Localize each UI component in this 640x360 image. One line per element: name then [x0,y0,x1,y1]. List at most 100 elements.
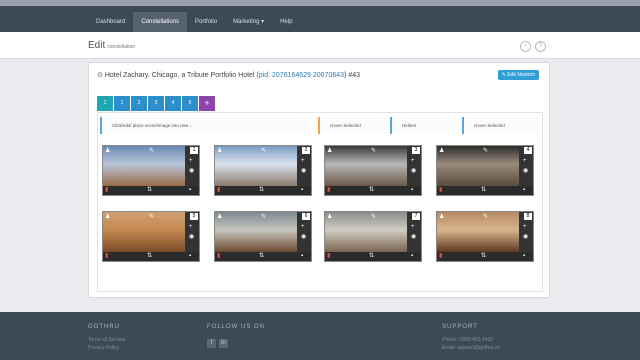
eye-icon[interactable]: ◉ [301,234,306,240]
scene-tile[interactable]: 2 ♟ ✎ + ◉ ▮ ⇅ ▪ [214,145,312,196]
nav-portfolio[interactable]: Portfolio [187,12,225,32]
trash-icon[interactable]: ▪ [523,253,525,259]
tab-1b[interactable]: 1 [114,96,131,111]
transfer-icon[interactable]: ⇅ [481,187,486,193]
panorama-thumbnail[interactable] [437,146,519,186]
trash-icon[interactable]: ▪ [189,187,191,193]
flag-icon[interactable]: ▮ [217,253,220,259]
plus-icon[interactable]: + [523,224,527,230]
eye-icon[interactable]: ◉ [411,168,416,174]
eye-icon[interactable]: ◉ [189,168,194,174]
flag-icon[interactable]: ▮ [105,187,108,193]
scene-tile[interactable]: 4 ♟ ✎ + ◉ ▮ ⇅ ▪ [436,145,534,196]
nav-constellations[interactable]: Constellations [133,12,188,32]
user-icon[interactable]: ♟ [439,214,444,220]
user-icon[interactable]: ♟ [217,214,222,220]
flag-icon[interactable]: ▮ [327,253,330,259]
transfer-icon[interactable]: ⇅ [259,253,264,259]
nav-marketing[interactable]: Marketing ▾ [225,12,272,32]
arrow-left-icon[interactable]: ‹ [520,41,531,52]
footer-email[interactable]: Email: support@gothru.co [442,345,500,351]
transfer-icon[interactable]: ⇅ [147,187,152,193]
trash-icon[interactable]: ▪ [301,187,303,193]
trash-icon[interactable]: ▪ [411,187,413,193]
edit-icon[interactable]: ✎ [149,148,154,154]
trash-icon[interactable]: ▪ [189,253,191,259]
panorama-thumbnail[interactable] [437,212,519,252]
scene-tile[interactable]: 6 ♟ ✎ + ◉ ▮ ⇅ ▪ [214,211,312,262]
user-icon[interactable]: ♟ [439,148,444,154]
eye-icon[interactable]: ◉ [301,168,306,174]
lane-hidden[interactable]: Hidden [390,117,456,134]
footer-support-title: SUPPORT [442,324,478,330]
footer-privacy-link[interactable]: Privacy Policy [88,345,119,351]
user-icon[interactable]: ♟ [327,214,332,220]
edit-icon[interactable]: ✎ [371,214,376,220]
plus-icon[interactable]: + [411,158,415,164]
transfer-icon[interactable]: ⇅ [481,253,486,259]
edit-icon[interactable]: ✎ [261,214,266,220]
transfer-icon[interactable]: ⇅ [369,187,374,193]
hotel-pid[interactable]: pid: 2076164629 20070643 [259,72,344,79]
user-icon[interactable]: ♟ [105,214,110,220]
lane-hover-selected[interactable]: Hover Selected [318,117,386,134]
eye-icon[interactable]: ◉ [189,234,194,240]
panorama-thumbnail[interactable] [103,146,185,186]
edit-icon[interactable]: ✎ [261,148,266,154]
panorama-thumbnail[interactable] [215,146,297,186]
scene-tile[interactable]: 8 ♟ ✎ + ◉ ▮ ⇅ ▪ [436,211,534,262]
trash-icon[interactable]: ▪ [411,253,413,259]
tab-4[interactable]: 4 [165,96,182,111]
trash-icon[interactable]: ▪ [301,253,303,259]
scene-tile[interactable]: 3 ♟ ✎ + ◉ ▮ ⇅ ▪ [324,145,422,196]
nav-dashboard[interactable]: Dashboard [88,12,133,32]
transfer-icon[interactable]: ⇅ [369,253,374,259]
scene-tile[interactable]: 7 ♟ ✎ + ◉ ▮ ⇅ ▪ [324,211,422,262]
flag-icon[interactable]: ▮ [217,187,220,193]
edit-main-button[interactable]: ✎ Edit Neutron [497,70,539,80]
user-icon[interactable]: ♟ [105,148,110,154]
transfer-icon[interactable]: ⇅ [147,253,152,259]
plus-icon[interactable]: + [301,224,305,230]
plus-icon[interactable]: + [523,158,527,164]
edit-icon[interactable]: ✎ [371,148,376,154]
eye-icon[interactable]: ◉ [523,234,528,240]
user-icon[interactable]: ♟ [327,148,332,154]
panorama-thumbnail[interactable] [325,212,407,252]
panorama-thumbnail[interactable] [215,212,297,252]
eye-icon[interactable]: ◉ [411,234,416,240]
user-icon[interactable]: ♟ [217,148,222,154]
tab-3[interactable]: 3 [148,96,165,111]
add-tab-button[interactable]: + [199,96,216,111]
edit-icon[interactable]: ✎ [149,214,154,220]
plus-icon[interactable]: + [301,158,305,164]
nav-help[interactable]: Help [272,12,300,32]
plus-icon[interactable]: + [189,158,193,164]
lane-hover-selected-2[interactable]: Hover Selected [462,117,538,134]
footer-terms-link[interactable]: Terms of Service [88,337,125,343]
scene-number: 7 [412,213,420,220]
flag-icon[interactable]: ▮ [105,253,108,259]
eye-icon[interactable]: ◉ [523,168,528,174]
scene-tile[interactable]: 1 ♟ ✎ + ◉ ▮ ⇅ ▪ [102,145,200,196]
trash-icon[interactable]: ▪ [523,187,525,193]
edit-header: Edit constellation ‹ ? [0,32,640,59]
question-icon[interactable]: ? [535,41,546,52]
edit-icon[interactable]: ✎ [483,148,488,154]
tab-1[interactable]: 1 [97,96,114,111]
flag-icon[interactable]: ▮ [439,253,442,259]
linkedin-icon[interactable]: in [219,339,228,348]
transfer-icon[interactable]: ⇅ [259,187,264,193]
tab-2[interactable]: 2 [131,96,148,111]
plus-icon[interactable]: + [189,224,193,230]
edit-icon[interactable]: ✎ [483,214,488,220]
flag-icon[interactable]: ▮ [327,187,330,193]
facebook-icon[interactable]: f [207,339,216,348]
plus-icon[interactable]: + [411,224,415,230]
lane-new[interactable]: Click/edit/ place scene/image into new ↓ [100,117,308,134]
panorama-thumbnail[interactable] [103,212,185,252]
scene-tile[interactable]: 5 ♟ ✎ + ◉ ▮ ⇅ ▪ [102,211,200,262]
tab-5[interactable]: 5 [182,96,199,111]
flag-icon[interactable]: ▮ [439,187,442,193]
panorama-thumbnail[interactable] [325,146,407,186]
